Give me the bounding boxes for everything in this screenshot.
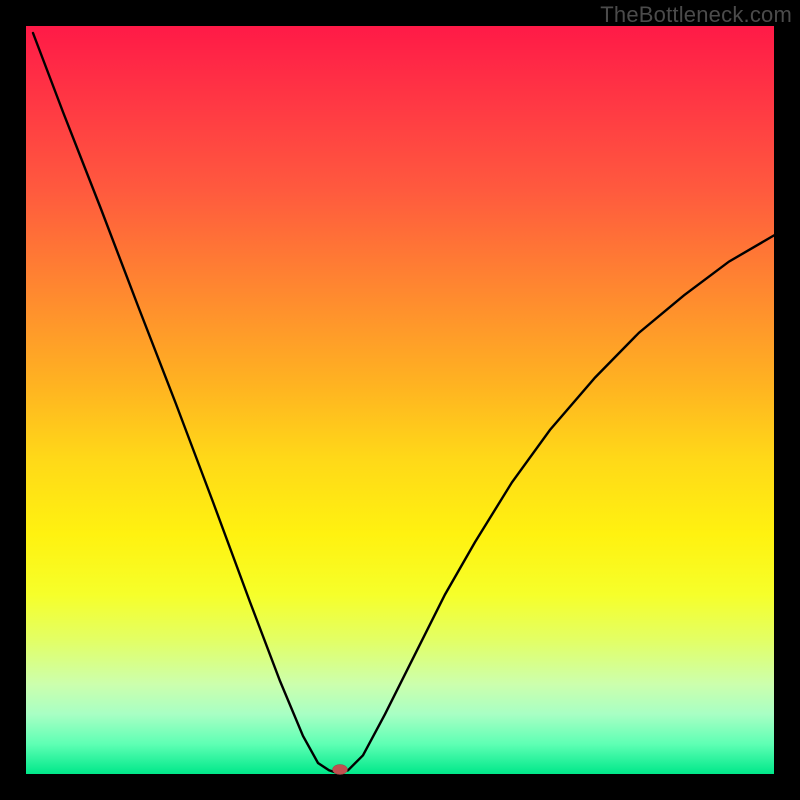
curve-left-branch	[33, 33, 340, 773]
curve-right-branch	[340, 235, 774, 772]
chart-frame: TheBottleneck.com	[0, 0, 800, 800]
bottleneck-marker	[333, 765, 348, 775]
plot-area	[26, 26, 774, 774]
watermark-text: TheBottleneck.com	[600, 2, 792, 28]
curve-svg	[26, 26, 774, 774]
